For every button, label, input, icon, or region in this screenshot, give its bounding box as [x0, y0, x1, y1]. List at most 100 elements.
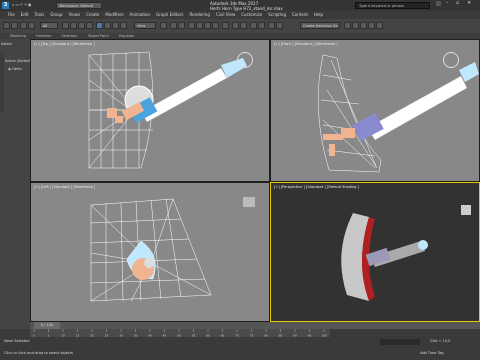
selection-filter-dropdown[interactable]: All: [40, 22, 58, 29]
timeline-tick-label: 40: [148, 334, 152, 338]
left-view-wireframe: [90, 198, 212, 302]
schematic-view-icon[interactable]: [344, 22, 351, 29]
menu-item-content[interactable]: Content: [292, 11, 308, 19]
timeline-tick-label: 65: [221, 334, 225, 338]
menu-item-animation[interactable]: Animation: [130, 11, 150, 19]
timeline-tick-label: 50: [177, 334, 181, 338]
menu-item-edit[interactable]: Edit: [21, 11, 29, 19]
timeline-tick-label: 75: [250, 334, 254, 338]
link-icon[interactable]: [20, 22, 27, 29]
search-input[interactable]: Type a keyword or phrase: [355, 2, 430, 9]
snaps-toggle-icon[interactable]: [188, 22, 195, 29]
timeline-tick-label: 30: [119, 334, 123, 338]
render-frame-icon[interactable]: [368, 22, 375, 29]
menu-item-modifiers[interactable]: Modifiers: [105, 11, 123, 19]
named-selection-dropdown[interactable]: Create Selection Se: [300, 22, 340, 29]
layer-explorer-icon[interactable]: [250, 22, 257, 29]
align-icon[interactable]: [240, 22, 247, 29]
window-crossing-icon[interactable]: [86, 22, 93, 29]
prompt-line: Click or click-and-drag to select object…: [4, 351, 73, 355]
viewport-perspective[interactable]: [+] [Perspective ] [Standard ] [Default …: [270, 182, 480, 322]
render-production-icon[interactable]: [376, 22, 383, 29]
move-icon[interactable]: [96, 22, 103, 29]
scene-explorer-panel: Select Scene (Sorted As ◉ Herts: [0, 39, 35, 329]
menu-item-group[interactable]: Group: [50, 11, 62, 19]
menu-item-views[interactable]: Views: [69, 11, 81, 19]
scale-icon[interactable]: [112, 22, 119, 29]
close-button[interactable]: ×: [467, 0, 471, 6]
graphite-toggle-icon[interactable]: [268, 22, 275, 29]
timeline-tick-label: 70: [235, 334, 239, 338]
menu-item-graph-editors[interactable]: Graph Editors: [156, 11, 183, 19]
viewcube-icon[interactable]: [243, 197, 255, 207]
timeline-tick-label: 0: [33, 334, 35, 338]
timeline-tick-label: 35: [134, 334, 138, 338]
rotate-icon[interactable]: [104, 22, 111, 29]
redo-icon[interactable]: [11, 22, 18, 29]
time-slider-thumb[interactable]: 0 / 100: [34, 322, 60, 329]
main-toolbar: All View Create Selection Se: [0, 19, 480, 34]
menu-item-create[interactable]: Create: [86, 11, 99, 19]
keyboard-shortcut-icon[interactable]: [178, 22, 185, 29]
edit-named-selection-icon[interactable]: [222, 22, 229, 29]
viewport-left[interactable]: [+] [Left ] [Standard ] [Wireframe ]: [30, 182, 270, 322]
reference-coordinate-dropdown[interactable]: View: [134, 22, 156, 29]
mirror-icon[interactable]: [232, 22, 239, 29]
menu-item-customize[interactable]: Customize: [241, 11, 262, 19]
timeline-tick-label: 60: [206, 334, 210, 338]
timeline-tick-label: 90: [293, 334, 297, 338]
select-object-icon[interactable]: [62, 22, 69, 29]
timeline-tick-label: 100: [321, 334, 327, 338]
menu-item-scripting[interactable]: Scripting: [268, 11, 286, 19]
time-slider[interactable]: 0 / 100: [30, 322, 480, 329]
app-logo-icon[interactable]: 3: [2, 2, 9, 9]
select-manipulate-icon[interactable]: [170, 22, 177, 29]
select-label[interactable]: Select: [1, 42, 12, 46]
viewcube-icon[interactable]: [443, 52, 459, 68]
help-icon[interactable]: [436, 1, 441, 6]
quick-access-icons[interactable]: ▫ ▭ ↶ ↷ ▣: [12, 3, 31, 7]
coordinate-fields[interactable]: [380, 339, 420, 345]
pivot-icon[interactable]: [160, 22, 167, 29]
scene-tree-item[interactable]: ◉ Herts: [8, 67, 22, 71]
timeline-tick-label: 55: [192, 334, 196, 338]
add-time-tag-button[interactable]: Add Time Tag: [420, 351, 444, 355]
timeline-ticks: 0 5 10 15 20 25 30 35 40 45 50 55 60 65 70 75 80 85 90 95 10…: [33, 329, 327, 338]
eye-icon[interactable]: ◉: [8, 67, 11, 71]
material-editor-icon[interactable]: [352, 22, 359, 29]
angle-snap-icon[interactable]: [196, 22, 203, 29]
rectangular-selection-icon[interactable]: [78, 22, 85, 29]
menu-item-file[interactable]: File: [8, 11, 15, 19]
viewport-front[interactable]: [+] [Front ] [Standard ] [Wireframe ]: [270, 39, 480, 182]
minimize-button[interactable]: –: [446, 0, 449, 6]
timeline-ruler[interactable]: 0 5 10 15 20 25 30 35 40 45 50 55 60 65 70 75 80 85 90 95 10…: [30, 329, 330, 337]
workspace-dropdown[interactable]: Workspace: Default: [56, 2, 102, 9]
timeline-tick-label: 95: [308, 334, 312, 338]
scene-item-label: Herts: [12, 67, 22, 71]
menu-item-civil-view[interactable]: Civil View: [216, 11, 235, 19]
explorer-toolbar: [0, 52, 4, 112]
menu-item-rendering[interactable]: Rendering: [190, 11, 210, 19]
viewport-top[interactable]: [+] [Top ] [Standard ] [Wireframe ]: [30, 39, 270, 182]
place-icon[interactable]: [120, 22, 127, 29]
render-setup-icon[interactable]: [360, 22, 367, 29]
curve-editor-icon[interactable]: [276, 22, 283, 29]
maximize-button[interactable]: ▫: [456, 0, 459, 6]
spinner-snap-icon[interactable]: [212, 22, 219, 29]
menu-item-help[interactable]: Help: [314, 11, 323, 19]
layer-manager-icon[interactable]: [258, 22, 265, 29]
timeline-tick-label: 85: [279, 334, 283, 338]
grid-readout: Grid = 10,0: [430, 339, 451, 343]
perspective-view-model: [341, 213, 428, 301]
viewcube-icon[interactable]: [237, 52, 253, 68]
timeline-tick-label: 5: [48, 334, 50, 338]
menu-bar: File Edit Tools Group Views Create Modifiers An…: [0, 11, 480, 19]
menu-item-tools[interactable]: Tools: [34, 11, 44, 19]
percent-snap-icon[interactable]: [204, 22, 211, 29]
viewcube-icon[interactable]: [461, 205, 471, 215]
undo-icon[interactable]: [3, 22, 10, 29]
selection-status: None Selected: [4, 339, 30, 343]
unlink-icon[interactable]: [28, 22, 35, 29]
timeline-tick-label: 10: [61, 334, 65, 338]
select-by-name-icon[interactable]: [70, 22, 77, 29]
